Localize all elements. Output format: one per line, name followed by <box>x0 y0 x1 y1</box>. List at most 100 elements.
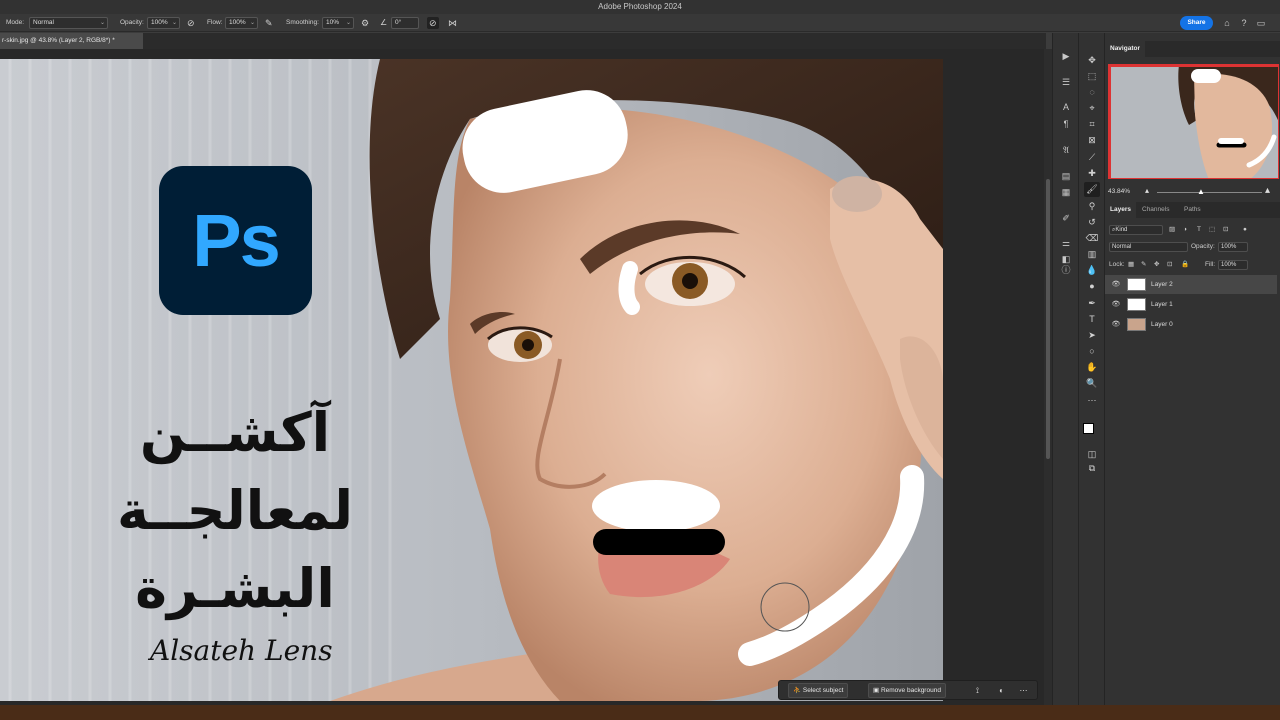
eyedropper-tool-icon[interactable]: ⟋ <box>1084 150 1100 165</box>
eye-icon[interactable]: 👁 <box>1111 295 1121 314</box>
brush-settings-icon[interactable]: ✐ <box>1059 211 1073 225</box>
eye-icon[interactable]: 👁 <box>1111 315 1121 334</box>
symmetry-butterfly-icon[interactable]: ⋈ <box>448 17 457 29</box>
paragraph-icon[interactable]: ¶ <box>1059 117 1073 131</box>
hand-tool-icon[interactable]: ✋ <box>1084 360 1100 375</box>
share-button[interactable]: Share <box>1180 16 1213 30</box>
arabic-title: آكشــن لمعالجــة البشـرة <box>20 394 450 628</box>
smoothing-settings-gear-icon[interactable]: ⚙ <box>361 17 369 29</box>
select-subject-button[interactable]: ⛹ Select subject <box>788 683 849 698</box>
scrollbar-thumb[interactable] <box>1046 179 1050 459</box>
info-icon[interactable]: ⓘ <box>1059 263 1073 277</box>
filter-type-icon[interactable]: T <box>1197 223 1201 237</box>
shape-tool-icon[interactable]: ○ <box>1084 344 1100 359</box>
opacity-field[interactable]: 100% ⌄ <box>147 17 180 29</box>
lock-pixels-icon[interactable]: ✎ <box>1141 258 1146 272</box>
remove-background-button[interactable]: ▣ Remove background <box>868 683 946 698</box>
zoom-tool-icon[interactable]: 🔍 <box>1084 376 1100 391</box>
lock-transparent-icon[interactable]: ▦ <box>1128 258 1134 272</box>
adjustment-icon[interactable]: ◐ <box>995 684 1008 697</box>
filter-shape-icon[interactable]: ⬚ <box>1209 223 1215 237</box>
glyphs-icon[interactable]: 𝔄 <box>1059 143 1073 157</box>
blur-tool-icon[interactable]: 💧 <box>1084 263 1100 278</box>
help-icon[interactable]: ? <box>1238 17 1250 29</box>
type-tool-icon[interactable]: T <box>1084 312 1100 327</box>
clone-stamp-tool-icon[interactable]: ⚲ <box>1084 199 1100 214</box>
tab-navigator[interactable]: Navigator <box>1105 41 1145 57</box>
filter-adjustment-icon[interactable]: ◑ <box>1183 223 1187 237</box>
eye-icon[interactable]: 👁 <box>1111 275 1121 294</box>
canvas-vertical-scrollbar[interactable] <box>1044 49 1052 705</box>
flow-field[interactable]: 100% ⌄ <box>225 17 258 29</box>
history-brush-tool-icon[interactable]: ↺ <box>1084 215 1100 230</box>
angle-icon: ∠ <box>380 18 388 27</box>
fill-field[interactable]: 100% <box>1218 260 1248 270</box>
options-bar: Mode: Normal ⌄ Opacity: 100% ⌄ ⊘ Flow: 100… <box>0 14 1280 32</box>
lock-label: Lock: <box>1109 261 1125 268</box>
layer-thumbnail <box>1127 318 1146 331</box>
object-selection-tool-icon[interactable]: ⌖ <box>1084 101 1100 116</box>
layer-opacity-field[interactable]: 100% <box>1218 242 1248 252</box>
dodge-tool-icon[interactable]: ● <box>1084 279 1100 294</box>
layer-row[interactable]: 👁 Layer 1 <box>1105 295 1277 314</box>
pressure-size-icon[interactable]: ⊘ <box>427 17 439 29</box>
angle-field[interactable]: 0° <box>391 17 419 29</box>
healing-brush-tool-icon[interactable]: ✚ <box>1084 166 1100 181</box>
path-selection-tool-icon[interactable]: ➤ <box>1084 328 1100 343</box>
learn-icon[interactable]: ⌂ <box>1221 17 1233 29</box>
properties-icon[interactable]: ▤ <box>1059 169 1073 183</box>
lock-artboard-icon[interactable]: ⊡ <box>1167 258 1172 272</box>
chevron-down-icon: ⌄ <box>99 20 105 26</box>
smoothing-field[interactable]: 10% ⌄ <box>322 17 354 29</box>
transform-icon[interactable]: ⟟ <box>971 684 984 697</box>
libraries-icon[interactable]: ▦ <box>1059 185 1073 199</box>
frame-tool-icon[interactable]: ⊠ <box>1084 133 1100 148</box>
tab-paths[interactable]: Paths <box>1179 202 1206 218</box>
layer-row[interactable]: 👁 Layer 0 <box>1105 315 1277 334</box>
tab-layers[interactable]: Layers <box>1105 202 1136 218</box>
zoom-slider-track[interactable] <box>1157 192 1262 193</box>
filter-toggle-icon[interactable]: ● <box>1243 223 1247 237</box>
filter-smart-object-icon[interactable]: ⊡ <box>1223 223 1228 237</box>
play-icon[interactable]: ▶ <box>1059 49 1073 63</box>
quick-mask-icon[interactable]: ◫ <box>1084 447 1100 462</box>
chevron-down-icon: ⌄ <box>345 20 351 26</box>
lock-position-icon[interactable]: ✥ <box>1154 258 1159 272</box>
more-options-icon[interactable]: ⋯ <box>1017 684 1030 697</box>
zoom-out-icon[interactable]: ▴ <box>1145 186 1149 195</box>
brush-tool-icon[interactable]: 🖌 <box>1084 182 1100 197</box>
crop-tool-icon[interactable]: ⌗ <box>1084 117 1100 132</box>
move-tool-icon[interactable]: ✥ <box>1084 53 1100 68</box>
lock-all-icon[interactable]: 🔒 <box>1181 258 1189 272</box>
zoom-in-icon[interactable]: ▴ <box>1265 185 1270 196</box>
navigator-thumbnail[interactable] <box>1108 64 1279 179</box>
edit-toolbar-icon[interactable]: ⋯ <box>1084 393 1100 408</box>
navigator-zoom-row: 43.84% ▴ ▲ ▴ <box>1105 185 1280 199</box>
arabic-title-line2: البشـرة <box>135 557 335 620</box>
tab-channels[interactable]: Channels <box>1137 202 1174 218</box>
pressure-opacity-icon[interactable]: ⊘ <box>187 17 195 29</box>
marquee-tool-icon[interactable]: ⬚ <box>1084 69 1100 84</box>
airbrush-icon[interactable]: ✎ <box>265 17 273 29</box>
filter-pixel-icon[interactable]: ▨ <box>1169 223 1175 237</box>
screen-mode-icon[interactable]: ⧉ <box>1084 461 1100 476</box>
adjustments-icon[interactable]: ⚌ <box>1059 236 1073 250</box>
mode-label: Mode: <box>6 19 25 26</box>
mode-dropdown[interactable]: Normal ⌄ <box>29 17 108 29</box>
lasso-tool-icon[interactable]: ◌ <box>1084 85 1100 100</box>
layer-filter-dropdown[interactable]: ⌕Kind <box>1109 225 1163 235</box>
layer-row[interactable]: 👁 Layer 2 <box>1105 275 1277 294</box>
zoom-slider-handle[interactable]: ▲ <box>1197 187 1205 196</box>
pen-tool-icon[interactable]: ✒ <box>1084 296 1100 311</box>
gradient-tool-icon[interactable]: ▥ <box>1084 247 1100 262</box>
arabic-title-line1: آكشــن لمعالجــة <box>116 401 354 542</box>
blend-mode-dropdown[interactable]: Normal <box>1109 242 1188 252</box>
canvas-area[interactable]: Ps آكشــن لمعالجــة البشـرة Alsateh Lens <box>0 49 1046 705</box>
navigator-zoom-value: 43.84% <box>1108 188 1131 195</box>
foreground-color-swatch[interactable] <box>1083 423 1094 434</box>
history-icon[interactable]: ☰ <box>1059 75 1073 89</box>
eraser-tool-icon[interactable]: ⌫ <box>1084 231 1100 246</box>
workspace-icon[interactable]: ▭ <box>1255 17 1267 29</box>
character-icon[interactable]: A <box>1059 100 1073 114</box>
document-tab[interactable]: r-skin.jpg @ 43.8% (Layer 2, RGB/8*) * <box>0 33 143 49</box>
